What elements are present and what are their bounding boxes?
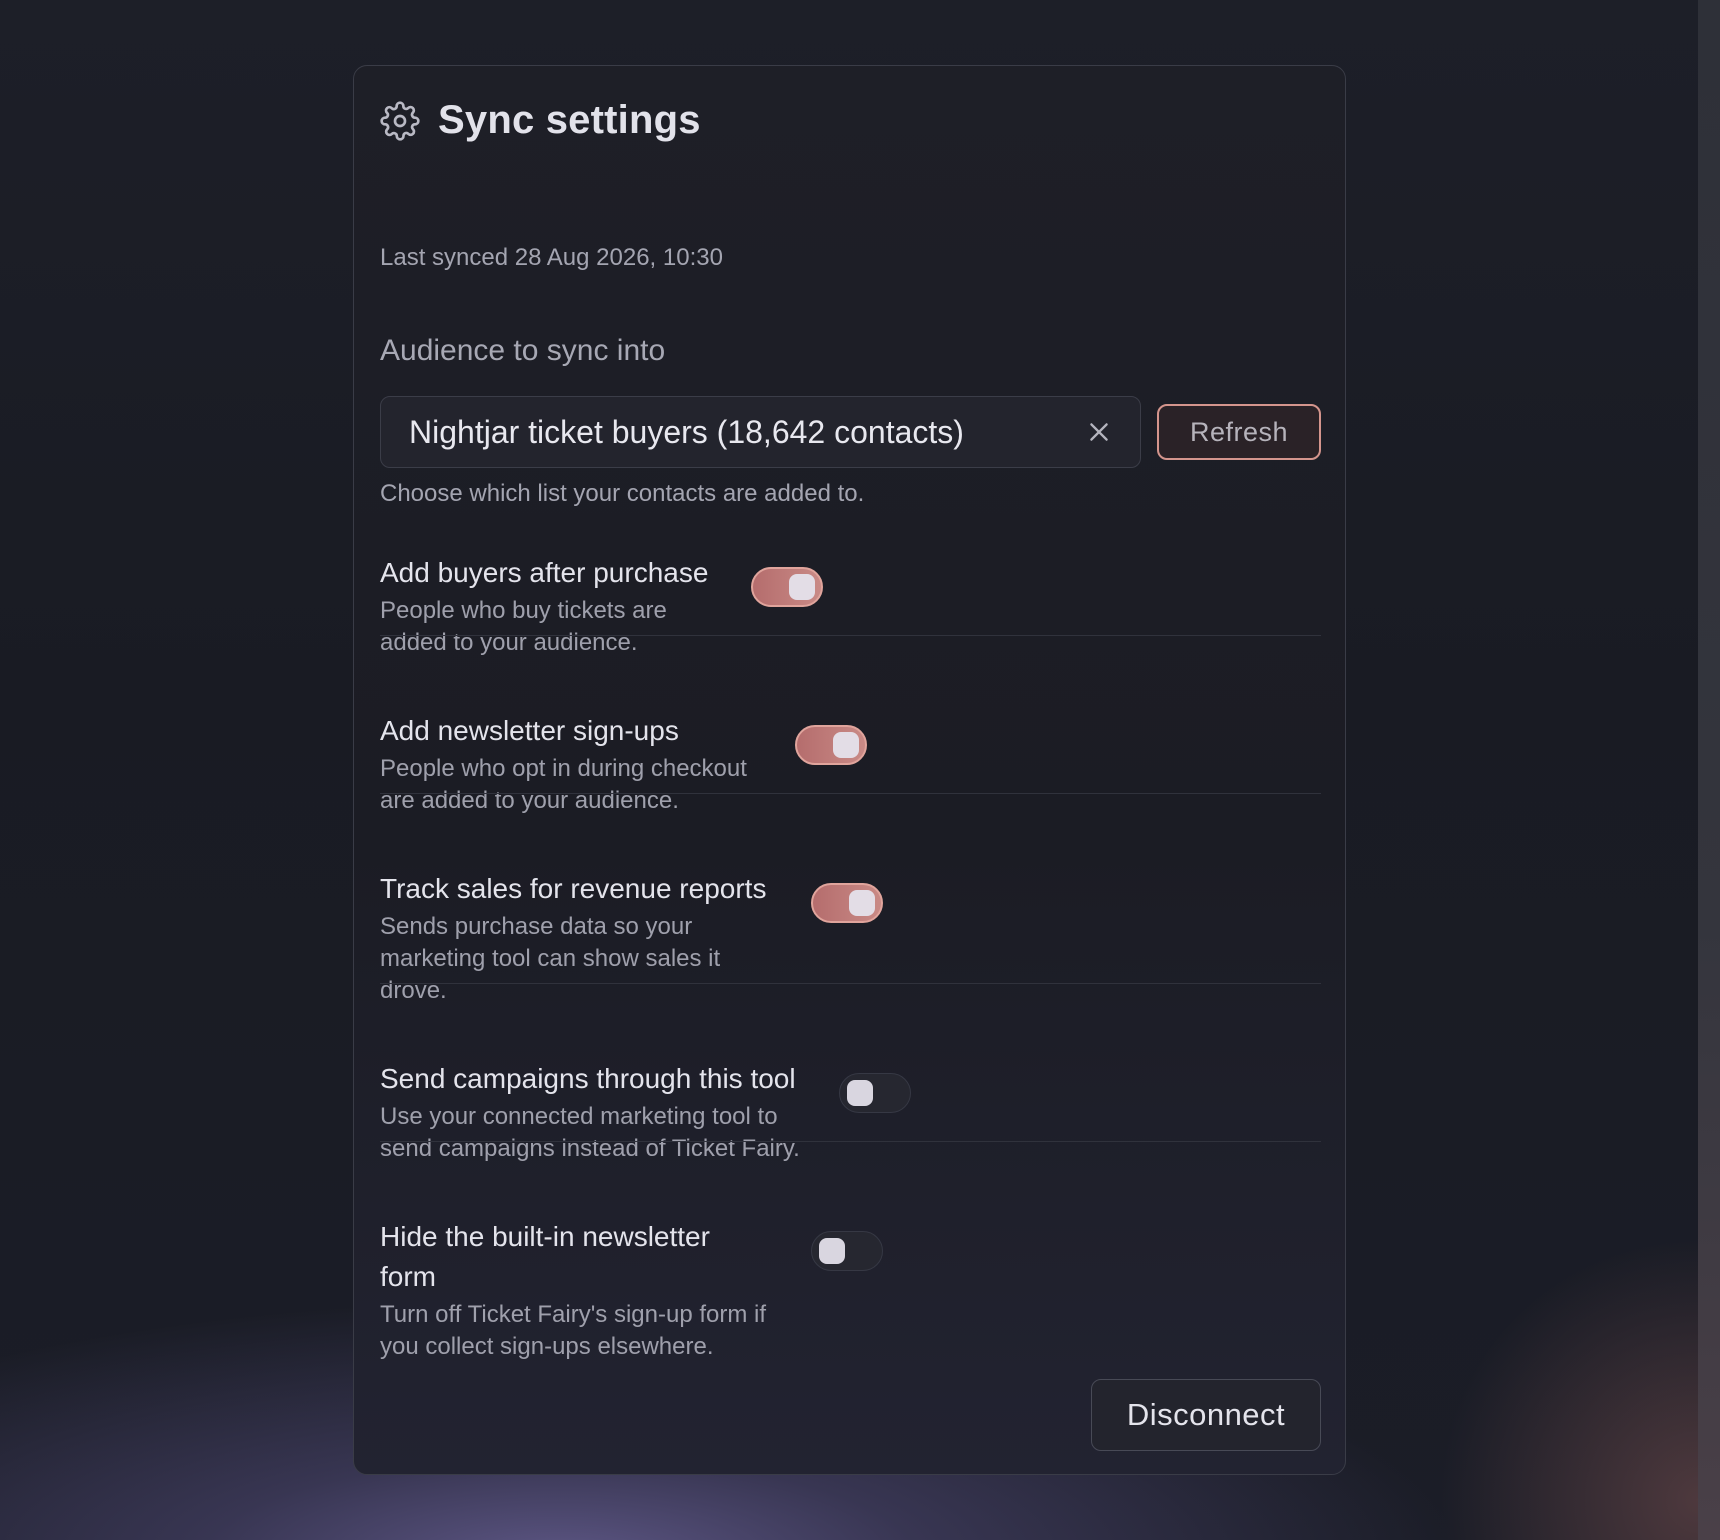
setting-description-line: Sends purchase data so your xyxy=(380,913,693,940)
setting-text: Send campaigns through this tool Use your… xyxy=(380,1059,800,1165)
setting-description-line: Turn off Ticket Fairy's sign-up form if xyxy=(380,1301,767,1328)
setting-title: Add buyers after purchase xyxy=(380,557,709,588)
setting-description: People who buy tickets are added to your … xyxy=(380,595,708,659)
setting-toggle[interactable] xyxy=(811,1231,883,1271)
toggle-knob xyxy=(847,1080,873,1106)
setting-description-line: drove. xyxy=(380,977,447,1004)
setting-description-line: added to your audience. xyxy=(380,629,638,656)
toggle-knob xyxy=(849,890,875,916)
setting-text: Add buyers after purchase People who buy … xyxy=(380,553,708,659)
setting-text: Track sales for revenue reports Sends pur… xyxy=(380,869,766,1007)
sync-settings-panel: Sync settings Last synced 28 Aug 2026, 1… xyxy=(353,65,1346,1475)
setting-description-line: send campaigns instead of Ticket Fairy. xyxy=(380,1135,800,1162)
toggle-knob xyxy=(833,732,859,758)
toggle-knob xyxy=(819,1238,845,1264)
row-divider xyxy=(380,635,1321,636)
audience-helper-text: Choose which list your contacts are adde… xyxy=(380,480,865,507)
setting-title: Add newsletter sign-ups xyxy=(380,715,679,746)
audience-select[interactable]: Nightjar ticket buyers (18,642 contacts) xyxy=(380,396,1141,468)
setting-text: Hide the built-in newsletter form Turn off… xyxy=(380,1217,766,1363)
setting-description-line: People who buy tickets are xyxy=(380,597,667,624)
setting-row: Send campaigns through this tool Use your… xyxy=(380,1059,1321,1165)
last-synced-text: Last synced 28 Aug 2026, 10:30 xyxy=(380,244,723,271)
setting-description: Use your connected marketing tool to send… xyxy=(380,1101,800,1165)
panel-header: Sync settings xyxy=(380,98,701,143)
setting-title: Track sales for revenue reports xyxy=(380,873,767,904)
refresh-button[interactable]: Refresh xyxy=(1157,404,1321,460)
page-title: Sync settings xyxy=(438,98,701,142)
setting-description-line: marketing tool can show sales it xyxy=(380,945,721,972)
setting-description-line: are added to your audience. xyxy=(380,787,679,814)
window-edge xyxy=(1698,0,1720,1540)
setting-description: Turn off Ticket Fairy's sign-up form if y… xyxy=(380,1299,766,1363)
setting-row: Add buyers after purchase People who buy … xyxy=(380,553,1321,659)
setting-toggle[interactable] xyxy=(811,883,883,923)
setting-text: Add newsletter sign-ups People who opt in… xyxy=(380,711,747,817)
audience-select-value: Nightjar ticket buyers (18,642 contacts) xyxy=(409,413,964,450)
row-divider xyxy=(380,1141,1321,1142)
setting-title: form xyxy=(380,1261,436,1292)
setting-description-line: People who opt in during checkout xyxy=(380,755,747,782)
setting-title: Hide the built-in newsletter xyxy=(380,1221,710,1252)
disconnect-button[interactable]: Disconnect xyxy=(1091,1379,1321,1451)
setting-description: People who opt in during checkout are add… xyxy=(380,753,747,817)
gear-icon xyxy=(380,100,420,141)
setting-row: Track sales for revenue reports Sends pur… xyxy=(380,869,1321,1007)
setting-description-line: Use your connected marketing tool to xyxy=(380,1103,778,1130)
row-divider xyxy=(380,793,1321,794)
audience-label: Audience to sync into xyxy=(380,334,666,367)
setting-description: Sends purchase data so your marketing too… xyxy=(380,911,766,1007)
setting-row: Hide the built-in newsletter form Turn off… xyxy=(380,1217,1321,1363)
toggle-knob xyxy=(789,574,815,600)
setting-title: Send campaigns through this tool xyxy=(380,1063,796,1094)
setting-toggle[interactable] xyxy=(795,725,867,765)
setting-description-line: you collect sign-ups elsewhere. xyxy=(380,1333,714,1360)
row-divider xyxy=(380,983,1321,984)
setting-toggle[interactable] xyxy=(751,567,823,607)
setting-toggle[interactable] xyxy=(839,1073,911,1113)
setting-row: Add newsletter sign-ups People who opt in… xyxy=(380,711,1321,817)
close-icon[interactable] xyxy=(1086,419,1112,445)
